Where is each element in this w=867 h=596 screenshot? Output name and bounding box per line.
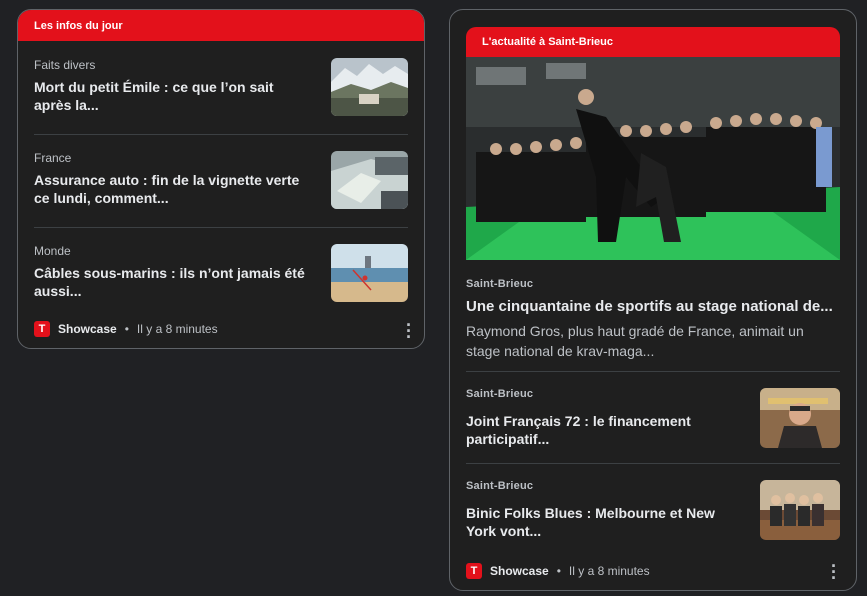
news-thumbnail[interactable] <box>331 244 408 302</box>
hero-image[interactable] <box>466 57 840 260</box>
card-header: L'actualité à Saint-Brieuc <box>466 27 840 57</box>
news-category: Saint-Brieuc <box>466 278 534 290</box>
news-item[interactable]: Faits divers Mort du petit Émile : ce qu… <box>34 58 408 120</box>
card-footer: T Showcase • Il y a 8 minutes <box>34 321 218 337</box>
showcase-logo-icon: T <box>34 321 50 337</box>
news-thumbnail[interactable] <box>331 151 408 209</box>
divider <box>34 134 408 135</box>
news-card-daily: Les infos du jour Faits divers Mort du p… <box>17 9 425 349</box>
more-options-icon[interactable]: · · · <box>829 557 839 587</box>
news-snippet: Raymond Gros, plus haut gradé de France,… <box>466 323 804 359</box>
news-item[interactable]: Monde Câbles sous-marins : ils n’ont jam… <box>34 244 408 306</box>
news-card-local: L'actualité à Saint-Brieuc Saint-Brieuc … <box>449 9 857 591</box>
divider <box>466 463 840 464</box>
hero-article[interactable]: Saint-Brieuc Une cinquantaine de sportif… <box>466 278 840 361</box>
news-title[interactable]: Assurance auto : fin de la vignette vert… <box>34 171 314 207</box>
source-name: Showcase <box>490 564 549 578</box>
news-title[interactable]: Binic Folks Blues : Melbourne et New Yor… <box>466 504 746 540</box>
source-name: Showcase <box>58 322 117 336</box>
card-footer: T Showcase • Il y a 8 minutes <box>466 563 650 579</box>
timestamp: Il y a 8 minutes <box>136 322 218 336</box>
news-title[interactable]: Une cinquantaine de sportifs au stage na… <box>466 298 840 315</box>
news-title[interactable]: Joint Français 72 : le financement parti… <box>466 412 706 448</box>
news-thumbnail[interactable] <box>331 58 408 116</box>
divider <box>34 227 408 228</box>
news-item[interactable]: France Assurance auto : fin de la vignet… <box>34 151 408 213</box>
news-title[interactable]: Mort du petit Émile : ce que l’on sait a… <box>34 78 304 114</box>
divider <box>466 371 840 372</box>
news-title[interactable]: Câbles sous-marins : ils n’ont jamais ét… <box>34 264 314 300</box>
news-item[interactable]: Saint-Brieuc Binic Folks Blues : Melbour… <box>466 480 840 540</box>
showcase-logo-icon: T <box>466 563 482 579</box>
card-header: Les infos du jour <box>18 10 424 41</box>
news-thumbnail[interactable] <box>760 388 840 448</box>
timestamp: Il y a 8 minutes <box>568 564 650 578</box>
separator-dot: • <box>556 564 561 578</box>
news-thumbnail[interactable] <box>760 480 840 540</box>
more-options-icon[interactable]: · · · <box>404 316 414 346</box>
separator-dot: • <box>124 322 129 336</box>
news-item[interactable]: Saint-Brieuc Joint Français 72 : le fina… <box>466 388 840 448</box>
